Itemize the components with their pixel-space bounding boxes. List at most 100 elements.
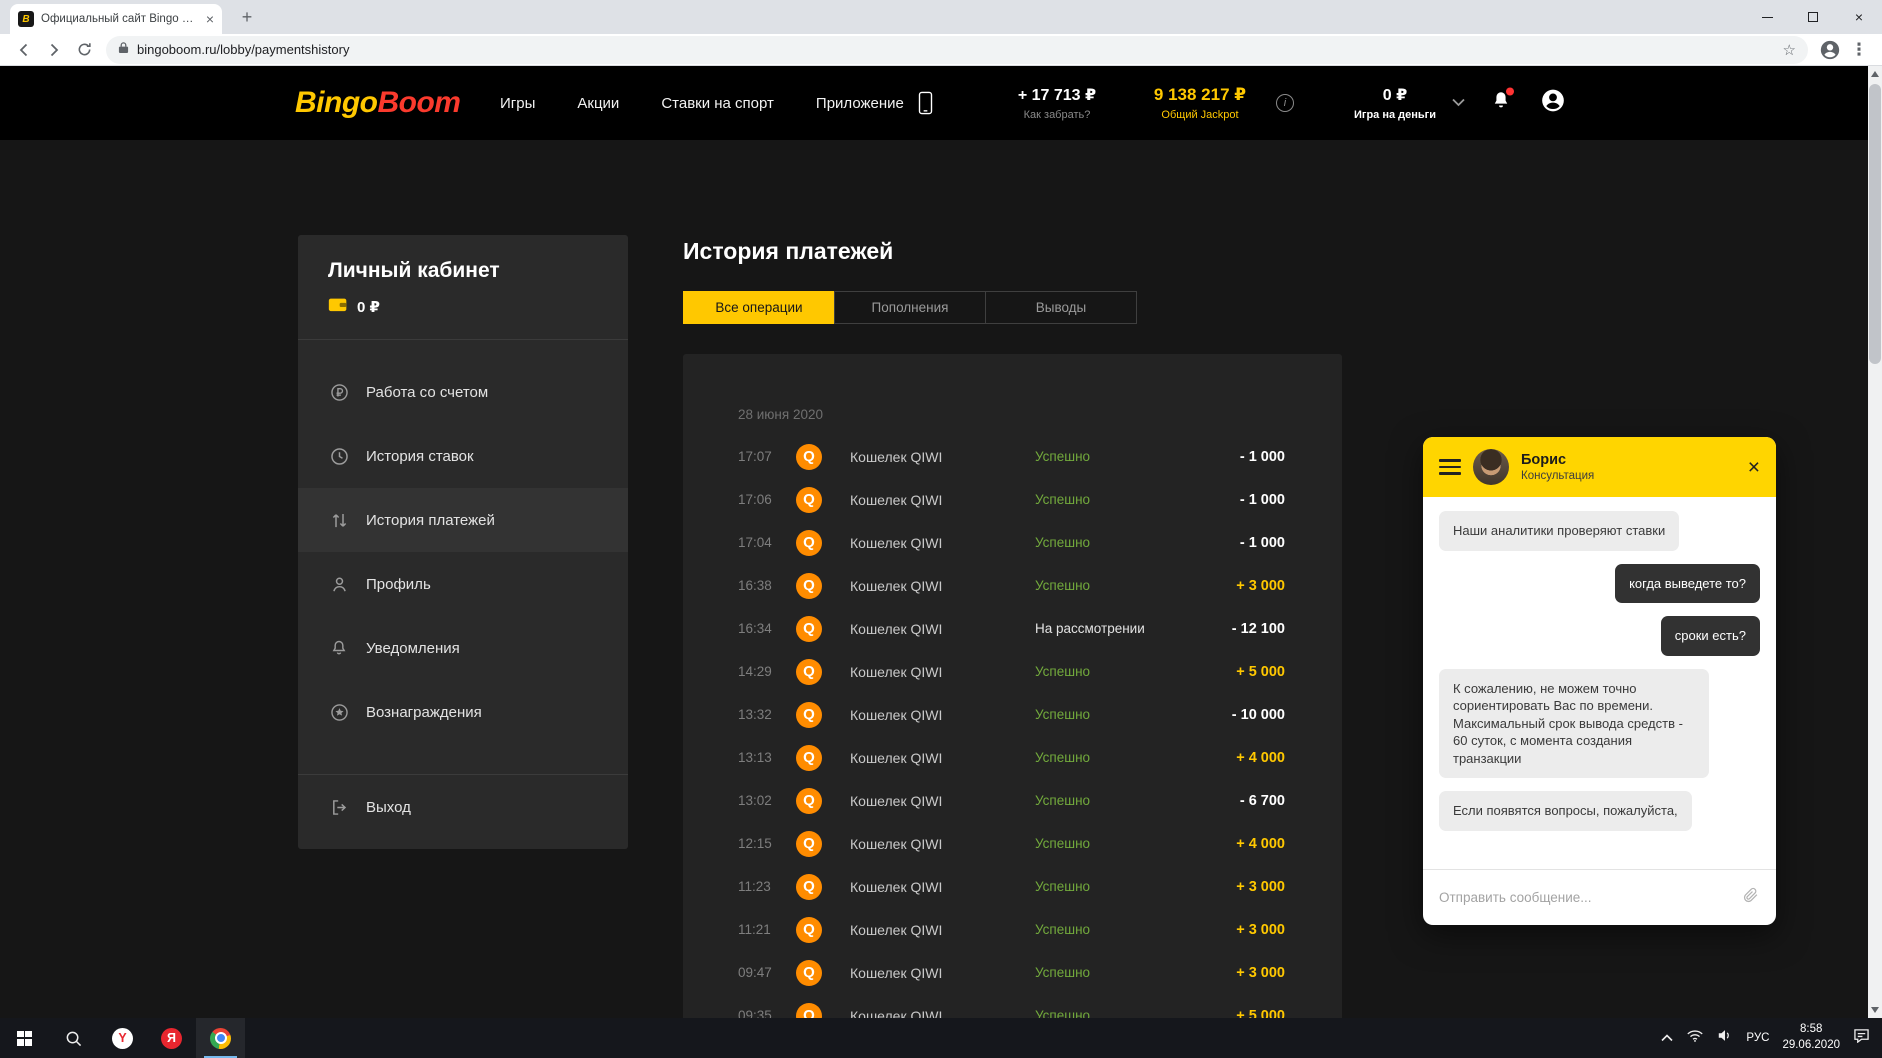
jackpot-caption: Общий Jackpot xyxy=(1135,109,1265,121)
sidebar-item[interactable]: Уведомления xyxy=(298,616,628,680)
payment-time: 09:47 xyxy=(738,965,796,980)
chat-message-user: когда выведете то? xyxy=(1615,564,1760,604)
payment-row: 09:35QКошелек QIWIУспешно+ 5 000 xyxy=(738,994,1285,1018)
payment-method: Кошелек QIWI xyxy=(850,750,1035,766)
sidebar-item-logout[interactable]: Выход xyxy=(298,775,628,839)
sidebar-item[interactable]: Вознаграждения xyxy=(298,680,628,744)
clock[interactable]: 8:58 29.06.2020 xyxy=(1782,1022,1840,1053)
payment-amount: + 4 000 xyxy=(1165,750,1285,766)
payment-row: 13:02QКошелек QIWIУспешно- 6 700 xyxy=(738,779,1285,822)
payment-status: Успешно xyxy=(1035,707,1165,722)
payment-amount: + 3 000 xyxy=(1165,578,1285,594)
scroll-down-icon[interactable] xyxy=(1871,1007,1879,1013)
payments-tab[interactable]: Выводы xyxy=(985,291,1137,324)
sidebar-divider xyxy=(298,339,628,340)
chat-message-input[interactable] xyxy=(1439,890,1731,905)
chat-message-user: сроки есть? xyxy=(1661,616,1760,656)
agent-name: Борис xyxy=(1521,452,1594,468)
qiwi-letter: Q xyxy=(803,1008,815,1018)
sidebar-item[interactable]: История ставок xyxy=(298,424,628,488)
chrome-icon[interactable] xyxy=(196,1018,245,1058)
tab-close-icon[interactable]: × xyxy=(206,11,214,27)
sidebar-item[interactable]: Работа со счетом xyxy=(298,360,628,424)
start-button[interactable] xyxy=(0,1018,49,1058)
payments-tab[interactable]: Пополнения xyxy=(834,291,986,324)
payments-panel: 28 июня 2020 17:07QКошелек QIWIУспешно- … xyxy=(683,354,1342,1018)
payment-row: 13:32QКошелек QIWIУспешно- 10 000 xyxy=(738,693,1285,736)
payment-amount: + 3 000 xyxy=(1165,879,1285,895)
chevron-down-icon[interactable] xyxy=(1452,94,1465,112)
qiwi-icon: Q xyxy=(796,831,822,857)
jackpot-amount: 9 138 217 ₽ xyxy=(1135,85,1265,105)
lock-icon[interactable] xyxy=(118,41,129,59)
payment-amount: + 5 000 xyxy=(1165,664,1285,680)
payments-tab[interactable]: Все операции xyxy=(683,291,835,324)
window-minimize-button[interactable] xyxy=(1744,0,1790,34)
jackpot-info-icon[interactable]: i xyxy=(1276,94,1294,112)
payment-method: Кошелек QIWI xyxy=(850,664,1035,680)
url-field[interactable]: bingoboom.ru/lobby/paymentshistory ☆ xyxy=(106,36,1808,64)
tray-chevron-icon[interactable] xyxy=(1661,1029,1673,1047)
jackpot-block: 9 138 217 ₽ Общий Jackpot xyxy=(1135,85,1265,121)
url-text: bingoboom.ru/lobby/paymentshistory xyxy=(137,42,349,57)
payment-method: Кошелек QIWI xyxy=(850,535,1035,551)
payment-row: 13:13QКошелек QIWIУспешно+ 4 000 xyxy=(738,736,1285,779)
qiwi-letter: Q xyxy=(803,879,815,894)
taskbar-search-icon[interactable] xyxy=(49,1018,98,1058)
chat-menu-icon[interactable] xyxy=(1439,459,1461,475)
bingoboom-logo[interactable]: BingoBoom xyxy=(295,86,460,120)
sidebar-item-label: Уведомления xyxy=(366,640,460,657)
new-tab-button[interactable]: + xyxy=(236,6,258,28)
chat-widget: Борис Консультация × Наши аналитики пров… xyxy=(1423,437,1776,925)
payment-amount: + 5 000 xyxy=(1165,1008,1285,1019)
window-close-button[interactable]: × xyxy=(1836,0,1882,34)
payment-row: 11:23QКошелек QIWIУспешно+ 3 000 xyxy=(738,865,1285,908)
yandex-app-icon[interactable]: Я xyxy=(147,1018,196,1058)
ruble-circle-icon xyxy=(328,382,350,403)
sidebar-item[interactable]: Профиль xyxy=(298,552,628,616)
payment-status: Успешно xyxy=(1035,492,1165,507)
balance-block[interactable]: 0 ₽ Игра на деньги xyxy=(1345,85,1445,121)
payment-time: 17:06 xyxy=(738,492,796,507)
browser-tab[interactable]: B Официальный сайт Bingo Boom × xyxy=(10,4,222,34)
nav-link[interactable]: Акции xyxy=(577,95,619,112)
window-maximize-button[interactable] xyxy=(1790,0,1836,34)
nav-link[interactable]: Ставки на спорт xyxy=(661,95,774,112)
qiwi-letter: Q xyxy=(803,707,815,722)
bookmark-star-icon[interactable]: ☆ xyxy=(1783,41,1796,59)
yandex-browser-icon[interactable]: Y xyxy=(98,1018,147,1058)
bonus-block[interactable]: + 17 713 ₽ Как забрать? xyxy=(997,85,1117,121)
browser-profile-icon[interactable] xyxy=(1816,36,1844,64)
refresh-icon[interactable] xyxy=(70,36,98,64)
qiwi-icon: Q xyxy=(796,530,822,556)
tray-date: 29.06.2020 xyxy=(1782,1038,1840,1054)
attachment-paperclip-icon[interactable] xyxy=(1741,886,1760,910)
notifications-bell-icon[interactable] xyxy=(1490,90,1512,117)
scrollbar-thumb[interactable] xyxy=(1869,84,1881,364)
payment-row: 17:04QКошелек QIWIУспешно- 1 000 xyxy=(738,521,1285,564)
forward-icon[interactable] xyxy=(40,36,68,64)
back-icon[interactable] xyxy=(10,36,38,64)
nav-link[interactable]: Приложение xyxy=(816,95,904,112)
date-group-label: 28 июня 2020 xyxy=(738,406,1285,423)
browser-menu-icon[interactable]: ⋮ xyxy=(1846,40,1872,60)
qiwi-letter: Q xyxy=(803,836,815,851)
payment-status: Успешно xyxy=(1035,1008,1165,1018)
nav-link[interactable]: Игры xyxy=(500,95,535,112)
chat-message-agent: Наши аналитики проверяют ставки xyxy=(1439,511,1679,551)
language-indicator[interactable]: РУС xyxy=(1746,1032,1769,1044)
qiwi-icon: Q xyxy=(796,487,822,513)
agent-role: Консультация xyxy=(1521,470,1594,482)
action-center-icon[interactable] xyxy=(1853,1028,1870,1048)
payment-status: Успешно xyxy=(1035,965,1165,980)
wifi-icon[interactable] xyxy=(1686,1029,1704,1048)
chat-close-icon[interactable]: × xyxy=(1748,457,1760,478)
sidebar-item[interactable]: История платежей xyxy=(298,488,628,552)
scroll-up-icon[interactable] xyxy=(1871,71,1879,77)
payment-amount: + 3 000 xyxy=(1165,922,1285,938)
bonus-caption[interactable]: Как забрать? xyxy=(997,109,1117,121)
payment-status: Успешно xyxy=(1035,922,1165,937)
volume-icon[interactable] xyxy=(1717,1029,1733,1047)
account-icon[interactable] xyxy=(1540,88,1566,119)
qiwi-icon: Q xyxy=(796,917,822,943)
